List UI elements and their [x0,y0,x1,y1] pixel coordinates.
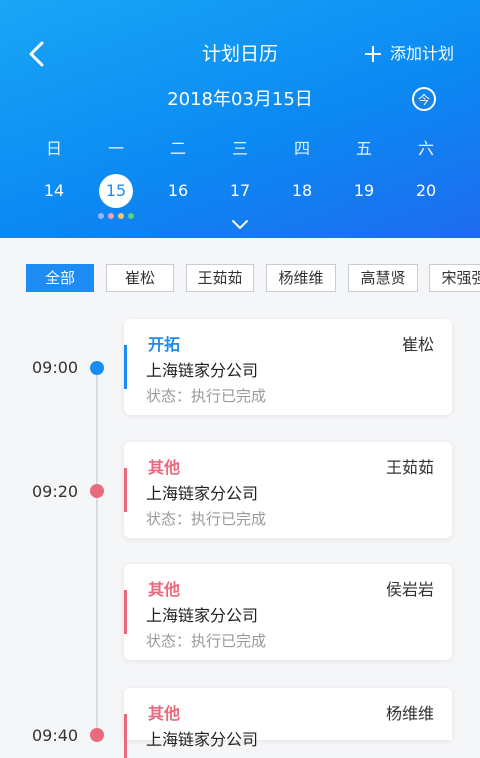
plan-company: 上海链家分公司 [146,484,259,503]
chevron-down-icon[interactable] [230,218,250,232]
plan-time: 09:40 [32,726,79,745]
plan-status: 状态：执行已完成 [146,632,267,650]
weekday-label: 日 [45,139,62,158]
plan-time: 09:20 [32,482,79,501]
day-number[interactable]: 19 [347,174,381,208]
plan-indicator-dots [85,213,147,219]
category-bar [124,590,127,634]
day-column[interactable]: 三 17 [209,138,271,219]
weekday-label: 五 [355,139,372,158]
timeline-dot [90,484,104,498]
day-number[interactable]: 17 [223,174,257,208]
person-filter-bar: 全部 崔松 王茹茹 杨维维 高慧贤 宋强强 [0,262,480,294]
add-plan-button[interactable]: 添加计划 [364,42,454,66]
filter-chip-all[interactable]: 全部 [26,264,94,292]
plan-person: 崔松 [401,335,434,354]
plus-icon [364,46,381,62]
plan-dot [128,213,134,219]
day-column-selected[interactable]: 一 15 [85,138,147,219]
week-strip: 日 14 一 15 二 16 三 17 四 18 五 19 六 20 [23,138,457,219]
filter-chip[interactable]: 高慧贤 [348,264,418,292]
weekday-label: 六 [417,139,434,158]
day-column[interactable]: 四 18 [271,138,333,219]
current-date[interactable]: 2018年03月15日 [0,86,480,114]
plan-time: 09:00 [32,358,79,377]
category-bar [124,468,127,512]
plan-card[interactable]: 开拓 崔松 上海链家分公司 状态：执行已完成 [124,319,452,415]
plan-company: 上海链家分公司 [146,730,259,749]
plan-category: 其他 [148,704,181,723]
plan-person: 王茹茹 [385,458,434,477]
timeline-dot [90,361,104,375]
plan-dot [118,213,124,219]
weekday-label: 二 [169,139,186,158]
plan-dot [108,213,114,219]
plan-dot [98,213,104,219]
day-number[interactable]: 16 [161,174,195,208]
selected-day-number[interactable]: 15 [99,174,133,208]
filter-chip[interactable]: 崔松 [106,264,174,292]
day-column[interactable]: 六 20 [395,138,457,219]
plan-person: 侯岩岩 [385,580,434,599]
add-plan-label: 添加计划 [389,44,454,63]
weekday-label: 四 [293,139,310,158]
today-button[interactable]: 今 [412,87,436,111]
plan-category: 其他 [148,580,181,599]
day-number[interactable]: 20 [409,174,443,208]
plan-company: 上海链家分公司 [146,361,259,380]
day-column[interactable]: 五 19 [333,138,395,219]
filter-chip[interactable]: 王茹茹 [186,264,254,292]
day-column[interactable]: 二 16 [147,138,209,219]
weekday-label: 一 [107,139,124,158]
filter-chip[interactable]: 杨维维 [266,264,336,292]
calendar-header: 计划日历 添加计划 2018年03月15日 今 日 14 一 15 二 16 三… [0,0,480,238]
plan-status: 状态：执行已完成 [146,387,267,405]
timeline-line [96,368,98,740]
plan-status: 状态：执行已完成 [146,510,267,528]
plan-card[interactable]: 其他 王茹茹 上海链家分公司 状态：执行已完成 [124,442,452,538]
plan-company: 上海链家分公司 [146,606,259,625]
plan-person: 杨维维 [385,704,434,723]
day-number[interactable]: 18 [285,174,319,208]
plan-category: 其他 [148,458,181,477]
plan-card[interactable]: 其他 杨维维 上海链家分公司 [124,688,452,758]
day-column[interactable]: 日 14 [23,138,85,219]
day-number[interactable]: 14 [37,174,71,208]
filter-chip[interactable]: 宋强强 [429,264,480,292]
category-bar [124,714,127,758]
weekday-label: 三 [231,139,248,158]
plan-card[interactable]: 其他 侯岩岩 上海链家分公司 状态：执行已完成 [124,564,452,660]
plan-category: 开拓 [148,335,181,354]
category-bar [124,345,127,389]
